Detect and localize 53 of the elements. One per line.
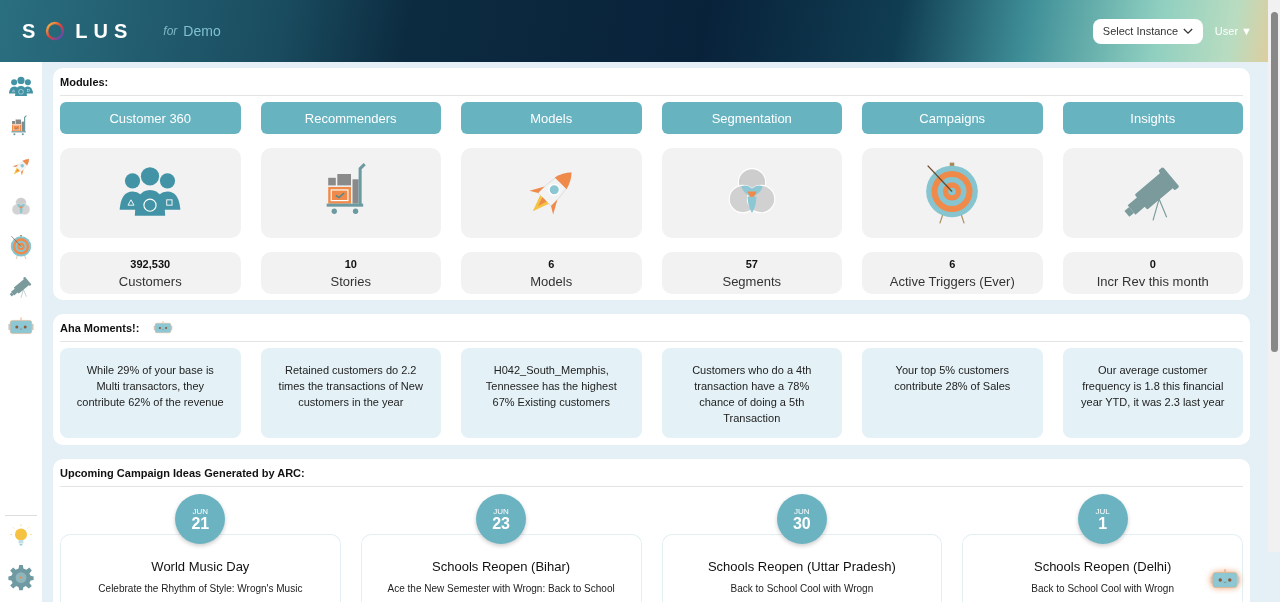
date-day: 23 (492, 515, 510, 532)
scrollbar[interactable] (1268, 0, 1280, 552)
stat-label: Incr Rev this month (1096, 273, 1209, 289)
stat-value: 6 (548, 257, 555, 270)
module-button[interactable]: Recommenders (260, 102, 441, 134)
chevron-down-icon (1182, 27, 1193, 35)
campaign-title: Schools Reopen (Bihar) (432, 559, 571, 574)
insight-text: Customers who do a 4th transaction have a 78% chance of doing a 5th Transaction (692, 364, 812, 424)
date-month: JUN (794, 506, 810, 516)
module-button[interactable]: Segmentation (661, 102, 842, 134)
stat-label: Customers (118, 273, 182, 289)
module-button[interactable]: Insights (1062, 102, 1243, 134)
section-title: Modules: (60, 75, 109, 88)
module-button[interactable]: Models (461, 102, 642, 134)
stat-label: Models (530, 273, 573, 289)
logo-text: LUS (75, 19, 134, 43)
tagline: Demo (183, 23, 221, 39)
stat-value: 0 (1149, 257, 1156, 270)
module-button[interactable]: Campaigns (862, 102, 1043, 134)
date-day: 1 (1098, 515, 1108, 532)
tagline-prefix: for (163, 24, 178, 38)
insight-text: H042_South_Memphis, Tennessee has the highest 67% Existing customers (485, 364, 617, 408)
stat-value: 10 (344, 257, 357, 270)
insight-text: Our average customer frequency is 1.8 this financial year YTD, it was 2.3 last year (1081, 364, 1225, 408)
campaign-description: Ace the New Semester with Wrogn: Back to School (387, 583, 615, 594)
date-month: JUL (1095, 506, 1110, 516)
date-day: 30 (792, 515, 811, 532)
campaign-description: Back to School Cool with Wrogn (730, 583, 874, 594)
section-title: Upcoming Campaign Ideas Generated by ARC: (60, 466, 305, 479)
stat-value: 6 (949, 257, 956, 270)
logo-text: S (22, 19, 42, 43)
campaign-description: Back to School Cool with Wrogn (1031, 583, 1174, 594)
campaign-description: Celebrate the Rhythm of Style: Wrogn's Music (98, 583, 303, 594)
campaign-title: Schools Reopen (Uttar Pradesh) (707, 559, 896, 574)
user-menu[interactable]: User ▼ (1214, 25, 1252, 37)
stat-label: Segments (722, 273, 781, 289)
settings-icon[interactable] (6, 562, 36, 592)
section-title: Aha Moments!: (60, 321, 140, 334)
stat-value: 392,530 (130, 257, 171, 270)
stat-value: 57 (745, 257, 758, 270)
date-month: JUN (493, 506, 509, 516)
module-button[interactable]: Customer 360 (60, 102, 241, 134)
insight-text: Retained customers do 2.2 times the transactions of New customers in the year (278, 364, 423, 408)
insight-text: Your top 5% customers contribute 28% of Sales (894, 364, 1011, 392)
instance-select[interactable]: Select Instance (1092, 18, 1203, 44)
insight-text: While 29% of your base is Multi transactors, they contribute 62% of the revenue (76, 364, 224, 408)
ring-logo-icon (45, 21, 66, 41)
campaign-title: Schools Reopen (Delhi) (1033, 559, 1172, 574)
campaign-title: World Music Day (151, 559, 250, 574)
stat-label: Active Triggers (Ever) (889, 273, 1015, 289)
stat-label: Stories (330, 273, 371, 289)
date-month: JUN (192, 506, 209, 516)
date-day: 21 (191, 515, 210, 532)
